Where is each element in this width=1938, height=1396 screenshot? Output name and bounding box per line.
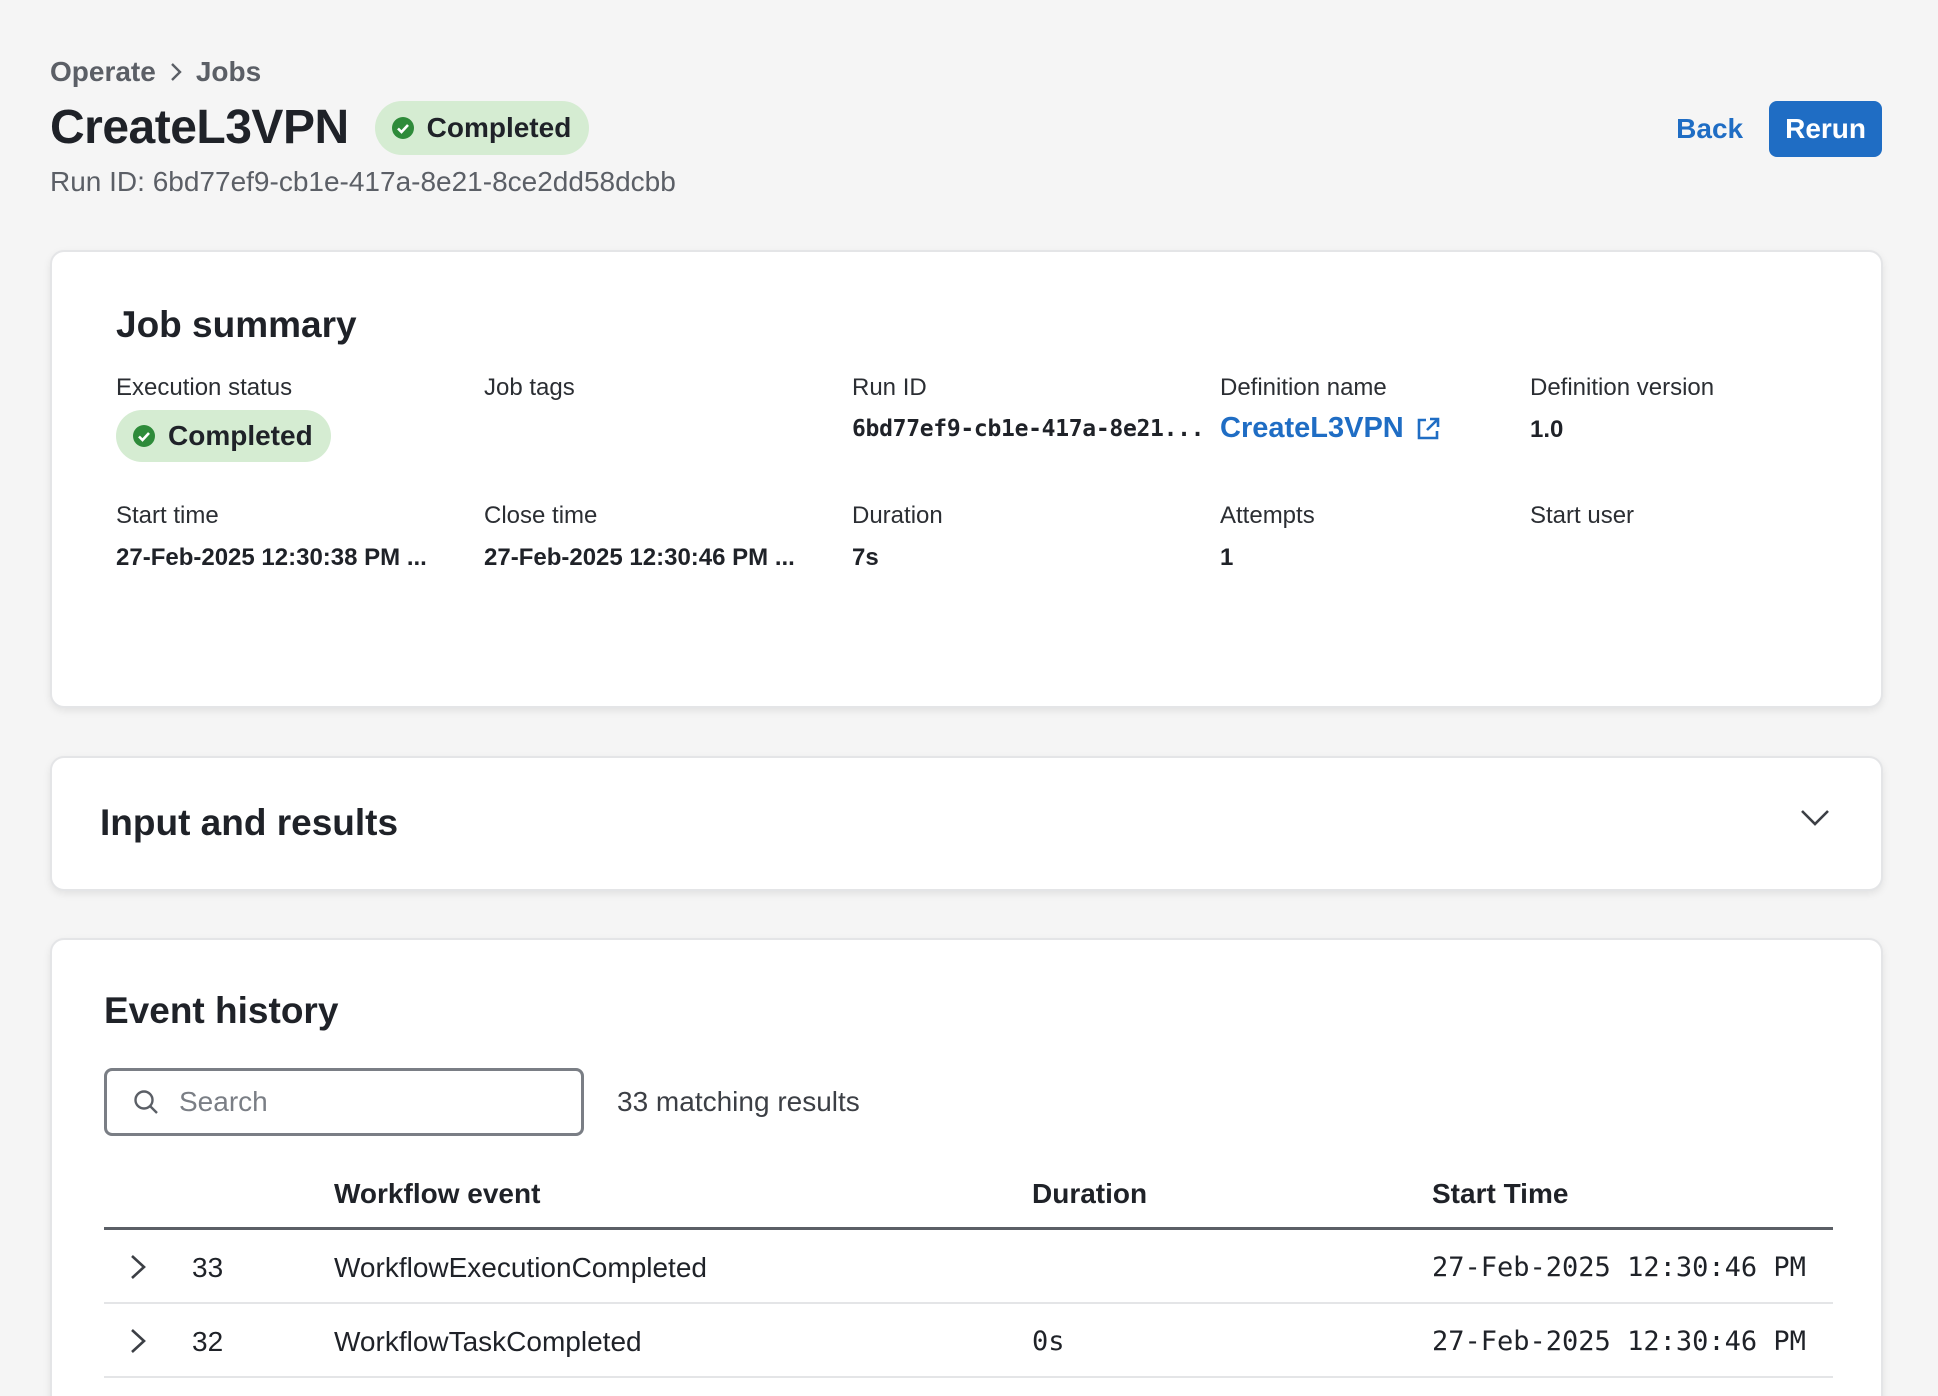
- job-summary-card: Job summary Execution status Completed J…: [50, 250, 1883, 708]
- run-id-field: Run ID 6bd77ef9-cb1e-417a-8e21...: [852, 374, 1205, 442]
- external-link-icon: [1417, 417, 1440, 439]
- event-id: 33: [192, 1252, 224, 1283]
- input-results-title: Input and results: [100, 802, 399, 843]
- start-time-field: Start time 27-Feb-2025 12:30:38 PM ...: [116, 502, 427, 572]
- breadcrumb: Operate Jobs: [50, 56, 261, 88]
- definition-version-field: Definition version 1.0: [1530, 374, 1714, 444]
- header-actions: Back Rerun: [1676, 101, 1882, 157]
- close-time-field: Close time 27-Feb-2025 12:30:46 PM ...: [484, 502, 795, 572]
- check-circle-icon: [391, 116, 414, 139]
- status-badge: Completed: [374, 100, 590, 155]
- duration-value: 7s: [852, 544, 879, 571]
- chevron-right-icon: [170, 63, 182, 81]
- event-name: WorkflowTaskCompleted: [334, 1326, 642, 1357]
- start-time-value: 27-Feb-2025 12:30:38 PM ...: [116, 544, 427, 571]
- duration-field: Duration 7s: [852, 502, 943, 572]
- start-user-field: Start user: [1530, 502, 1634, 530]
- event-duration: 0s: [1032, 1326, 1065, 1357]
- run-id-subtitle: Run ID: 6bd77ef9-cb1e-417a-8e21-8ce2dd58…: [50, 166, 676, 197]
- start-user-label: Start user: [1530, 502, 1635, 529]
- column-header-start-time[interactable]: Start Time: [1432, 1178, 1568, 1210]
- close-time-label: Close time: [484, 502, 598, 529]
- table-header: Workflow event Duration Start Time: [104, 1174, 1833, 1230]
- attempts-label: Attempts: [1220, 502, 1315, 529]
- definition-name-field: Definition name CreateL3VPN: [1220, 374, 1442, 445]
- definition-version-label: Definition version: [1530, 374, 1715, 401]
- attempts-field: Attempts 1: [1220, 502, 1315, 572]
- breadcrumb-item-operate[interactable]: Operate: [50, 56, 156, 88]
- start-time-label: Start time: [116, 502, 219, 529]
- check-circle-icon: [133, 425, 155, 447]
- event-history-card: Event history 33 matching results Workfl…: [50, 938, 1883, 1396]
- chevron-down-icon[interactable]: [1799, 808, 1831, 828]
- job-tags-label: Job tags: [484, 374, 575, 401]
- breadcrumb-item-jobs[interactable]: Jobs: [196, 56, 261, 88]
- job-summary-title: Job summary: [116, 304, 357, 345]
- event-name: WorkflowExecutionCompleted: [334, 1252, 707, 1283]
- run-id-label: Run ID: [852, 374, 927, 401]
- event-table: Workflow event Duration Start Time 33 Wo…: [104, 1174, 1833, 1378]
- status-badge-label: Completed: [426, 111, 572, 143]
- execution-status-field: Execution status Completed: [116, 374, 331, 462]
- column-header-workflow-event[interactable]: Workflow event: [334, 1178, 540, 1210]
- definition-name-label: Definition name: [1220, 374, 1387, 401]
- page-title: CreateL3VPN: [50, 101, 349, 154]
- chevron-right-icon[interactable]: [128, 1252, 148, 1282]
- search-input[interactable]: [179, 1086, 559, 1118]
- table-row[interactable]: 32 WorkflowTaskCompleted 0s 27-Feb-2025 …: [104, 1304, 1833, 1378]
- execution-status-badge: Completed: [116, 410, 331, 462]
- event-history-title: Event history: [104, 990, 339, 1031]
- execution-status-label: Execution status: [116, 374, 293, 401]
- job-detail-page: Operate Jobs CreateL3VPN Completed Run I…: [0, 0, 1938, 1396]
- event-id: 32: [192, 1326, 224, 1357]
- back-button[interactable]: Back: [1676, 113, 1743, 145]
- table-row[interactable]: 33 WorkflowExecutionCompleted 27-Feb-202…: [104, 1230, 1833, 1304]
- duration-label: Duration: [852, 502, 943, 529]
- input-results-accordion[interactable]: Input and results: [50, 756, 1883, 891]
- execution-status-value: Completed: [168, 420, 313, 451]
- definition-name-value: CreateL3VPN: [1220, 412, 1404, 444]
- event-start-time: 27-Feb-2025 12:30:46 PM: [1432, 1326, 1806, 1357]
- definition-version-value: 1.0: [1530, 416, 1564, 443]
- job-tags-field: Job tags: [484, 374, 575, 402]
- definition-name-link[interactable]: CreateL3VPN: [1220, 412, 1442, 445]
- close-time-value: 27-Feb-2025 12:30:46 PM ...: [484, 544, 795, 571]
- match-count: 33 matching results: [617, 1086, 860, 1117]
- column-header-duration[interactable]: Duration: [1032, 1178, 1147, 1210]
- rerun-button[interactable]: Rerun: [1769, 101, 1882, 157]
- search-icon: [134, 1090, 158, 1114]
- event-start-time: 27-Feb-2025 12:30:46 PM: [1432, 1252, 1806, 1283]
- search-field[interactable]: [104, 1068, 584, 1136]
- title-row: CreateL3VPN Completed: [50, 100, 590, 155]
- attempts-value: 1: [1220, 544, 1234, 571]
- run-id-value: 6bd77ef9-cb1e-417a-8e21...: [852, 416, 1205, 442]
- chevron-right-icon[interactable]: [128, 1326, 148, 1356]
